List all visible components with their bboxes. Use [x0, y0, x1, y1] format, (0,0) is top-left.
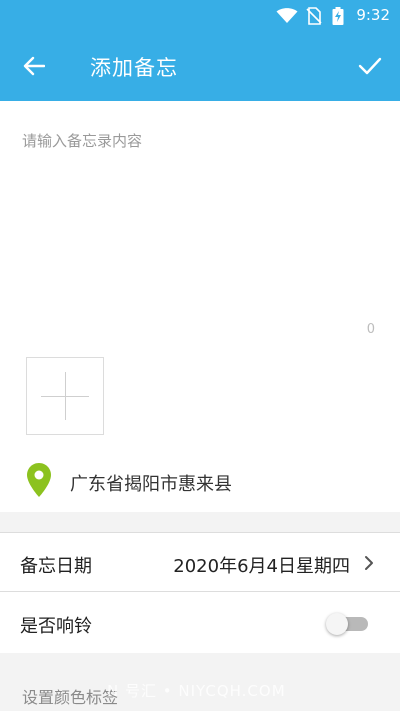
plus-icon-vertical — [65, 372, 66, 420]
status-time: 9:32 — [356, 6, 390, 24]
section-divider — [0, 512, 400, 532]
toggle-knob — [326, 613, 348, 635]
battery-charging-icon — [332, 7, 344, 25]
back-button[interactable] — [18, 50, 50, 82]
ring-bell-label: 是否响铃 — [20, 616, 92, 637]
ring-bell-row: 是否响铃 — [0, 593, 400, 653]
check-icon — [358, 57, 382, 75]
color-tag-label[interactable]: 设置颜色标签 — [22, 684, 118, 708]
memo-date-row[interactable]: 备忘日期 2020年6月4日星期四 — [0, 532, 400, 592]
ring-bell-toggle[interactable] — [326, 613, 368, 635]
arrow-left-icon — [23, 56, 45, 76]
wifi-icon — [276, 8, 298, 23]
memo-content-input[interactable] — [22, 130, 378, 320]
chevron-right-icon — [365, 556, 373, 570]
memo-date-value: 2020年6月4日星期四 — [173, 556, 350, 577]
char-count: 0 — [366, 322, 375, 337]
add-photo-button[interactable] — [26, 357, 104, 435]
app-bar: 9:32 添加备忘 — [0, 0, 400, 101]
location-pin-icon — [27, 463, 51, 497]
status-bar: 9:32 — [0, 0, 400, 32]
memo-date-label: 备忘日期 — [20, 556, 92, 577]
location-row[interactable]: 广东省揭阳市惠来县 — [0, 458, 400, 506]
page-title: 添加备忘 — [90, 56, 178, 80]
location-text: 广东省揭阳市惠来县 — [70, 474, 232, 495]
confirm-button[interactable] — [354, 50, 386, 82]
watermark: N 号汇 • NIYCQH.COM — [107, 682, 286, 700]
no-sim-icon — [306, 7, 322, 25]
